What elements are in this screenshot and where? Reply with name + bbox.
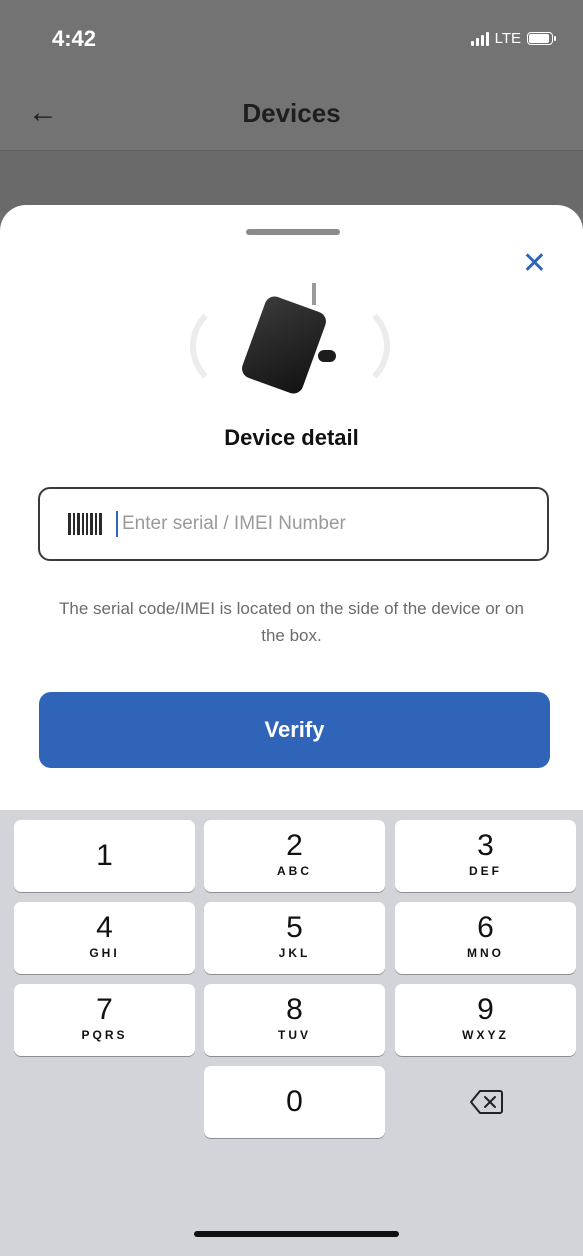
text-caret [116, 511, 118, 537]
key-8[interactable]: 8 TUV [204, 984, 385, 1056]
nav-bar: ← Devices [0, 80, 583, 151]
key-letters: ABC [277, 864, 312, 878]
key-digit: 8 [286, 993, 303, 1026]
backspace-icon[interactable] [395, 1066, 576, 1138]
key-9[interactable]: 9 WXYZ [395, 984, 576, 1056]
network-label: LTE [494, 30, 521, 47]
home-indicator[interactable] [194, 1231, 399, 1237]
background-overlay[interactable] [0, 151, 583, 211]
key-2[interactable]: 2 ABC [204, 820, 385, 892]
input-placeholder: Enter serial / IMEI Number [122, 513, 346, 534]
key-digit: 1 [96, 839, 113, 872]
key-digit: 6 [477, 911, 494, 944]
serial-hint-text: The serial code/IMEI is located on the s… [59, 599, 524, 645]
device-antenna [312, 283, 316, 305]
key-7[interactable]: 7 PQRS [14, 984, 195, 1056]
key-5[interactable]: 5 JKL [204, 902, 385, 974]
sheet-title: Device detail [224, 425, 359, 450]
key-letters: GHI [89, 946, 120, 960]
status-time: 4:42 [52, 26, 97, 51]
key-letters: JKL [278, 946, 311, 960]
key-digit: 0 [286, 1085, 303, 1118]
battery-icon [527, 32, 556, 45]
serial-imei-input[interactable]: Enter serial / IMEI Number [38, 487, 549, 561]
key-letters: DEF [469, 864, 502, 878]
numeric-keypad: 1 2 ABC 3 DEF 4 GHI 5 JKL 6 MNO 7 PQRS 8… [0, 810, 583, 1256]
device-mount-tab [318, 350, 336, 362]
key-letters: PQRS [81, 1028, 128, 1042]
key-0[interactable]: 0 [204, 1066, 385, 1138]
key-digit: 9 [477, 993, 494, 1026]
key-digit: 2 [286, 829, 303, 862]
close-icon[interactable]: ✕ [522, 249, 547, 279]
key-3[interactable]: 3 DEF [395, 820, 576, 892]
device-detail-sheet: ✕ Device detail Enter serial / IMEI Numb… [0, 205, 583, 1256]
key-6[interactable]: 6 MNO [395, 902, 576, 974]
status-bar: 4:42 LTE [0, 0, 583, 80]
verify-button[interactable]: Verify [39, 692, 550, 768]
key-4[interactable]: 4 GHI [14, 902, 195, 974]
key-digit: 3 [477, 829, 494, 862]
key-1[interactable]: 1 [14, 820, 195, 892]
key-digit: 7 [96, 993, 113, 1026]
key-letters: TUV [278, 1028, 311, 1042]
key-letters: WXYZ [462, 1028, 509, 1042]
page-title: Devices [242, 98, 341, 128]
device-illustration [190, 280, 390, 410]
status-indicators: LTE [470, 30, 556, 47]
key-letters: MNO [467, 946, 504, 960]
key-digit: 4 [96, 911, 113, 944]
sheet-drag-handle[interactable] [246, 229, 340, 235]
key-digit: 5 [286, 911, 303, 944]
barcode-icon[interactable] [68, 513, 102, 535]
signal-icon [470, 31, 489, 46]
